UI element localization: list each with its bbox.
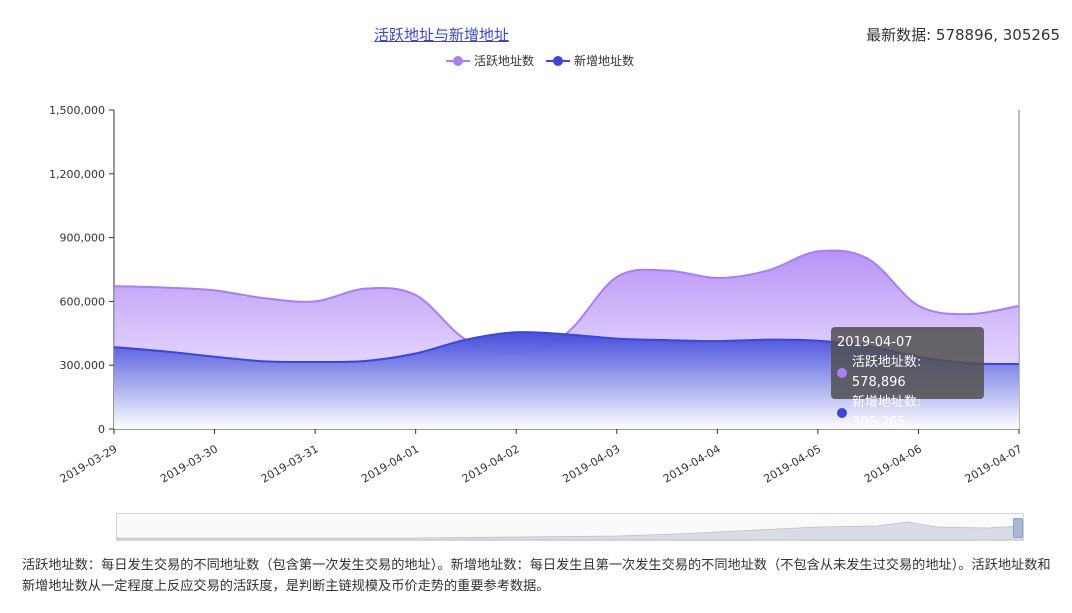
tooltip-row-active: 活跃地址数: 578,896: [837, 353, 978, 393]
y-tick-label: 600,000: [60, 295, 106, 308]
zoom-handle[interactable]: [1013, 518, 1023, 538]
y-tick-label: 1,200,000: [49, 168, 105, 181]
zoom-preview: [117, 521, 1023, 540]
x-tick-label: 2019-04-01: [359, 442, 421, 485]
y-tick-label: 300,000: [60, 359, 106, 372]
data-zoom-slider[interactable]: [116, 513, 1024, 541]
tooltip-dot-active: [837, 368, 847, 378]
x-tick-label: 2019-03-30: [158, 442, 220, 485]
x-tick-label: 2019-04-03: [560, 442, 622, 485]
x-axis-ticks: 2019-03-29 2019-03-30 2019-03-31 2019-04-01…: [58, 429, 1025, 486]
tooltip-value-active: 活跃地址数: 578,896: [851, 355, 922, 390]
tooltip-value-new: 新增地址数: 305,265: [851, 395, 922, 430]
y-axis-ticks: 0 300,000 600,000 900,000 1,200,000 1,500,000: [49, 104, 114, 436]
tooltip-row-new: 新增地址数: 305,265: [837, 393, 978, 433]
tooltip-dot-new: [837, 408, 847, 418]
tooltip: 2019-04-07 活跃地址数: 578,896 新增地址数: 305,265: [831, 327, 984, 430]
y-tick-label: 0: [98, 423, 105, 436]
x-tick-label: 2019-04-05: [762, 442, 824, 485]
x-tick-label: 2019-04-04: [661, 442, 723, 485]
y-tick-label: 1,500,000: [49, 104, 105, 117]
x-tick-label: 2019-04-02: [460, 442, 522, 485]
x-tick-label: 2019-03-31: [259, 442, 321, 485]
x-tick-label: 2019-04-07: [963, 442, 1025, 485]
x-tick-label: 2019-04-06: [862, 442, 924, 485]
y-tick-label: 900,000: [60, 232, 106, 245]
tooltip-date: 2019-04-07: [837, 335, 913, 350]
description-text: 活跃地址数：每日发生交易的不同地址数（包含第一次发生交易的地址）。新增地址数：每…: [22, 558, 1051, 594]
x-tick-label: 2019-03-29: [58, 442, 120, 485]
